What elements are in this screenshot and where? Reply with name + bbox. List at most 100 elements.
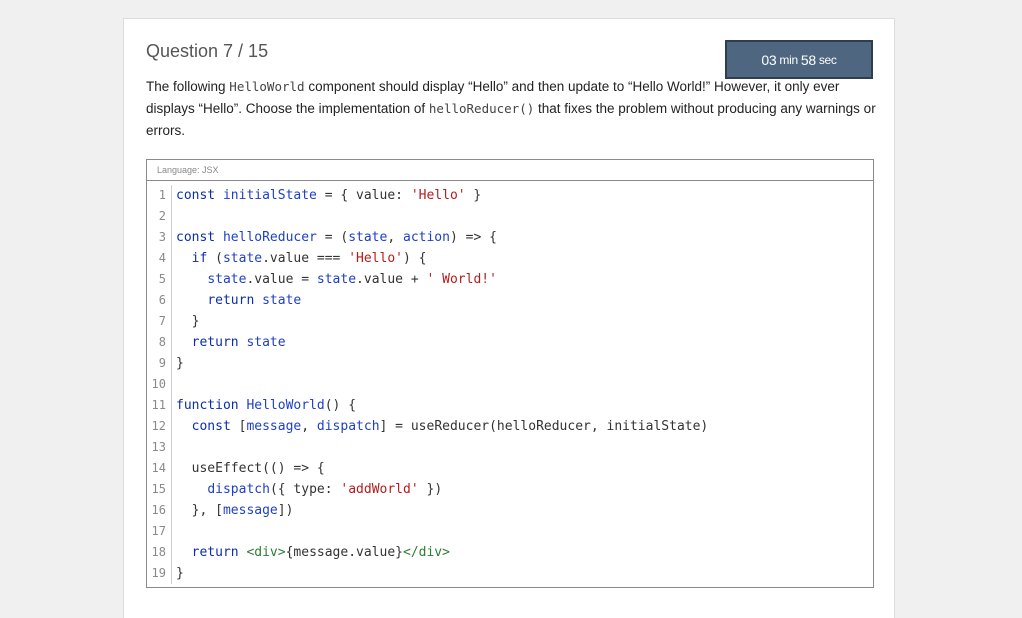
line-number: 8: [147, 332, 172, 353]
code-token: ' World!': [426, 272, 497, 287]
code-text: const initialState = { value: 'Hello' }: [172, 185, 481, 206]
code-line: 15 dispatch({ type: 'addWorld' }): [147, 479, 873, 500]
code-token: dispatch: [207, 482, 270, 497]
code-token: <div>: [246, 545, 286, 560]
code-text: return <div>{message.value}</div>: [172, 542, 450, 563]
code-token: return: [207, 293, 263, 308]
code-block: Language: JSX 1 const initialState = { va…: [146, 159, 874, 588]
timer-minutes: 03: [761, 51, 777, 68]
code-text: return state: [172, 290, 301, 311]
line-number: 11: [147, 395, 172, 416]
code-line: 6 return state: [147, 290, 873, 311]
code-text: }: [172, 563, 184, 584]
code-line: 16 }, [message]): [147, 500, 873, 521]
line-number: 7: [147, 311, 172, 332]
code-token: const: [176, 188, 223, 203]
code-token: message: [246, 419, 302, 434]
code-token: ({ type:: [269, 482, 341, 497]
timer-sec-unit: sec: [818, 52, 837, 67]
code-line: 12 const [message, dispatch] = useReduce…: [147, 416, 873, 437]
code-line: 7 }: [147, 311, 873, 332]
code-token: (: [207, 251, 223, 266]
code-line: 18 return <div>{message.value}</div>: [147, 542, 873, 563]
line-number: 14: [147, 458, 172, 479]
code-line: 1 const initialState = { value: 'Hello' }: [147, 185, 873, 206]
code-token: ,: [301, 419, 317, 434]
code-line: 11 function HelloWorld() {: [147, 395, 873, 416]
line-number: 12: [147, 416, 172, 437]
code-line: 19}: [147, 563, 873, 584]
line-number: 15: [147, 479, 172, 500]
code-line: 10: [147, 374, 873, 395]
countdown-timer: 03 min 58 sec: [725, 40, 873, 79]
code-token: }: [176, 356, 184, 371]
line-number: 3: [147, 227, 172, 248]
timer-min-unit: min: [779, 52, 798, 67]
code-token: {message.value}: [285, 545, 403, 560]
code-token: 'addWorld': [340, 482, 419, 497]
code-line: 14 useEffect(() => {: [147, 458, 873, 479]
line-number: 19: [147, 563, 172, 584]
code-line: 13: [147, 437, 873, 458]
question-counter: Question 7 / 15: [146, 41, 269, 61]
code-text: if (state.value === 'Hello') {: [172, 248, 427, 269]
question-card: Question 7 / 15 03 min 58 sec The follow…: [123, 18, 895, 618]
code-line: 4 if (state.value === 'Hello') {: [147, 248, 873, 269]
code-text: function HelloWorld() {: [172, 395, 356, 416]
code-token: dispatch: [316, 419, 380, 434]
code-token: helloReducer: [222, 230, 317, 245]
code-token: = { value:: [316, 188, 411, 203]
code-token: }: [465, 188, 482, 203]
line-number: 4: [147, 248, 172, 269]
code-token: state: [262, 293, 302, 308]
code-token: state: [316, 272, 357, 287]
code-token: .value ===: [262, 251, 349, 266]
code-token: function: [176, 398, 247, 413]
code-line: 9}: [147, 353, 873, 374]
code-token: ] = useReducer(helloReducer, initialStat…: [379, 419, 709, 434]
line-number: 2: [147, 206, 172, 227]
code-token: }): [418, 482, 443, 497]
code-token: 'Hello': [410, 188, 466, 203]
code-token: 'Hello': [348, 251, 403, 266]
code-token: initialState: [222, 188, 317, 203]
line-number: 17: [147, 521, 172, 542]
code-text: dispatch({ type: 'addWorld' }): [172, 479, 442, 500]
code-token: return: [191, 335, 247, 350]
code-token: const: [191, 419, 239, 434]
code-token: action: [403, 230, 450, 245]
code-token: </div>: [403, 545, 450, 560]
line-number: 5: [147, 269, 172, 290]
question-prompt: The following HelloWorld component shoul…: [146, 76, 876, 142]
code-token: state: [246, 335, 286, 350]
code-line: 8 return state: [147, 332, 873, 353]
code-token: message: [222, 503, 278, 518]
code-lines: 1 const initialState = { value: 'Hello' }…: [147, 181, 873, 584]
line-number: 6: [147, 290, 172, 311]
code-token: ) {: [403, 251, 427, 266]
code-text: useEffect(() => {: [172, 458, 325, 479]
code-token: }, [: [176, 503, 223, 518]
code-token: ) => {: [449, 230, 497, 245]
code-line: 5 state.value = state.value + ' World!': [147, 269, 873, 290]
code-token: ,: [387, 230, 403, 245]
code-token: ]): [277, 503, 294, 518]
prompt-reducer-code: helloReducer(): [428, 101, 535, 116]
line-number: 13: [147, 437, 172, 458]
code-text: }: [172, 353, 184, 374]
code-line: 17: [147, 521, 873, 542]
code-text: state.value = state.value + ' World!': [172, 269, 497, 290]
code-token: if: [191, 251, 208, 266]
code-token: .value =: [246, 272, 317, 287]
code-text: return state: [172, 332, 286, 353]
code-token: return: [191, 545, 247, 560]
